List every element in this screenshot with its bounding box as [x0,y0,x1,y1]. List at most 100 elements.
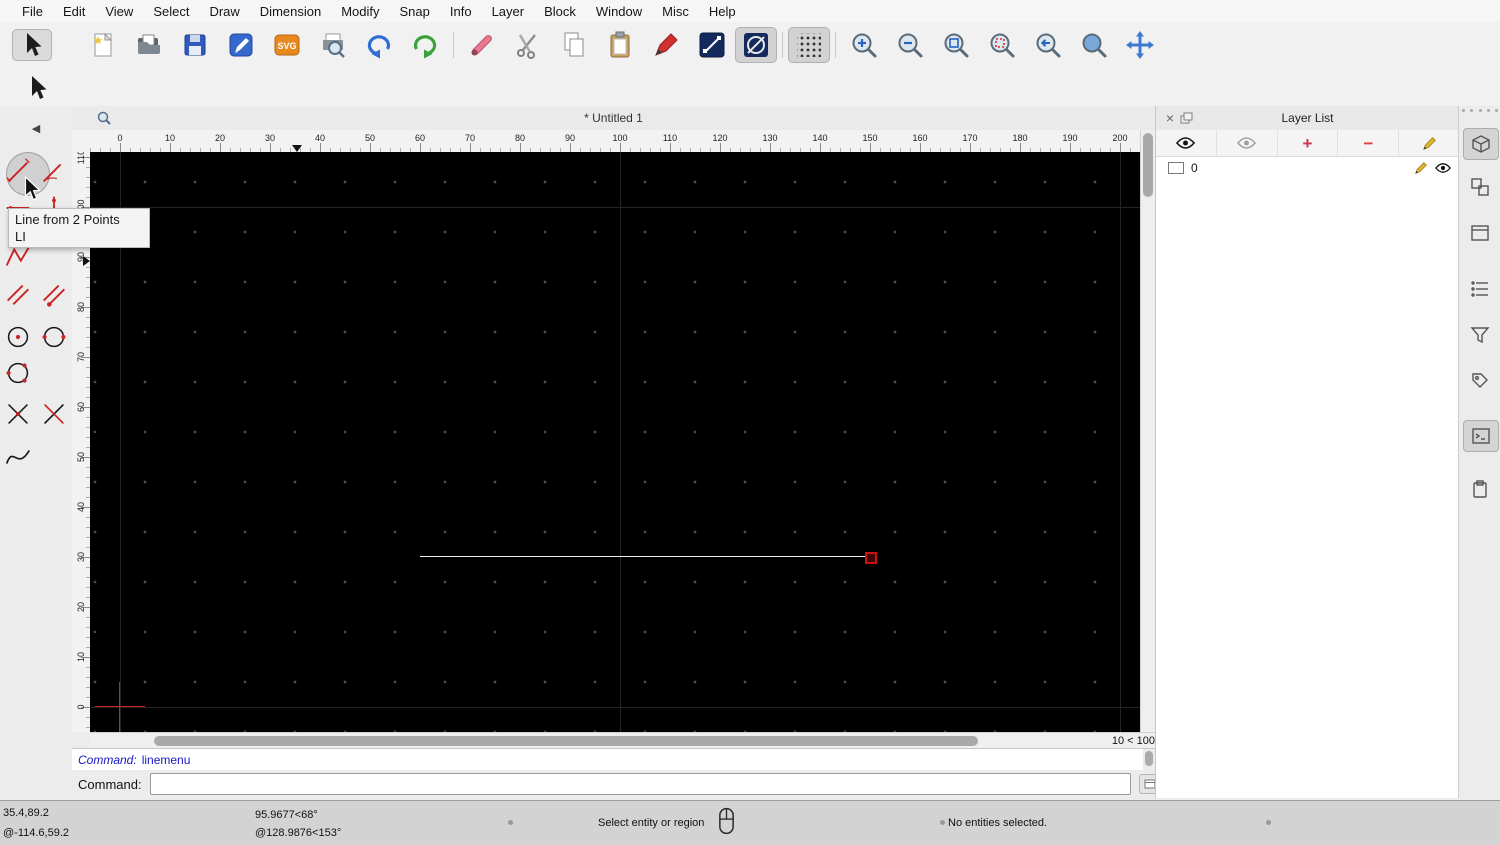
ruler-label: 90 [76,252,86,263]
pen-button[interactable] [643,27,689,63]
menu-item[interactable]: File [12,0,53,22]
undo-button[interactable] [356,27,402,63]
ruler-label: 100 [612,133,628,143]
menu-item[interactable]: View [95,0,143,22]
tool-circle-center-point[interactable] [1,320,35,354]
dock-entity-list-button[interactable] [1463,274,1497,304]
document-icon [96,110,112,126]
redo-button[interactable] [402,27,448,63]
cut-scissors-icon [513,30,543,60]
tool-arc-cross-2[interactable] [37,397,71,431]
tool-circle-three-points[interactable] [1,356,35,390]
command-scrollbar-thumb[interactable] [1145,751,1153,766]
pan-button[interactable] [1117,27,1163,63]
export-svg-button[interactable]: SVG [264,27,310,63]
print-preview-icon [318,30,348,60]
save-document-button[interactable] [172,27,218,63]
snap-free-button[interactable] [735,27,777,63]
menu-item[interactable]: Modify [331,0,389,22]
command-input[interactable] [149,773,1131,795]
cut-button[interactable] [505,27,551,63]
menu-item[interactable]: Draw [199,0,249,22]
select-tool-button[interactable] [12,29,52,61]
tool-circle-two-points[interactable] [37,320,71,354]
layer-row[interactable]: 0 [1156,156,1479,180]
command-scrollbar[interactable] [1143,748,1155,771]
list-icon [1470,279,1490,299]
zoom-in-button[interactable] [841,27,887,63]
vertical-scrollbar[interactable] [1140,130,1156,732]
zoom-auto-button[interactable] [933,27,979,63]
ruler-label: 10 [76,652,86,663]
ruler-label: 20 [214,133,226,143]
zoom-previous-button[interactable] [1025,27,1071,63]
grid-toggle-button[interactable] [788,27,830,63]
detach-icon[interactable] [1180,112,1193,125]
menu-item[interactable]: Select [143,0,199,22]
remove-layer-button[interactable]: − [1338,130,1400,156]
layer-checkbox[interactable] [1168,162,1184,174]
line-tool-button[interactable] [689,27,735,63]
palette-back-button[interactable]: ◀ [0,122,72,135]
print-preview-button[interactable] [310,27,356,63]
hide-all-layers-button[interactable] [1217,130,1278,156]
menu-item[interactable]: Edit [53,0,95,22]
close-icon[interactable]: × [1162,108,1178,128]
current-tool-button[interactable] [14,70,60,106]
tool-spline[interactable] [1,440,35,474]
menu-item[interactable]: Misc [652,0,699,22]
save-floppy-icon [180,30,210,60]
paste-button[interactable] [597,27,643,63]
tool-arc-cross[interactable] [1,397,35,431]
open-document-button[interactable] [126,27,172,63]
horizontal-scrollbar[interactable] [90,732,1085,749]
menu-item[interactable]: Window [586,0,652,22]
vertical-scrollbar-thumb[interactable] [1143,133,1153,197]
line-parallel-icon [2,278,34,310]
tool-line-parallel-point[interactable] [37,277,71,311]
ruler-label: 120 [712,133,728,143]
tool-line-angle[interactable] [37,155,71,189]
svg-text:SVG: SVG [277,41,296,51]
menu-item[interactable]: Snap [390,0,440,22]
zoom-redraw-button[interactable] [979,27,1025,63]
menu-bar: File Edit View Select Draw Dimension Modify Sna… [0,0,1500,23]
menu-item[interactable]: Layer [482,0,535,22]
layer-visibility-icon[interactable] [1435,162,1451,174]
ruler-label: 90 [564,133,576,143]
copy-button[interactable] [551,27,597,63]
zoom-window-button[interactable] [1071,27,1117,63]
layer-edit-icon[interactable] [1414,161,1428,175]
menu-item[interactable]: Dimension [250,0,331,22]
dock-library-button[interactable] [1463,218,1497,248]
dock-block-list-button[interactable] [1463,172,1497,202]
dock-tag-button[interactable] [1463,366,1497,396]
drawing-canvas[interactable] [90,152,1140,732]
delete-entity-button[interactable] [459,27,505,63]
dock-layer-list-button[interactable] [1463,128,1499,160]
line-entity[interactable] [420,556,870,557]
save-as-button[interactable] [218,27,264,63]
menu-item[interactable]: Info [440,0,482,22]
horizontal-scrollbar-thumb[interactable] [154,736,978,746]
show-all-layers-button[interactable] [1156,130,1217,156]
zoom-out-button[interactable] [887,27,933,63]
add-layer-button[interactable]: + [1278,130,1339,156]
dock-clipboard-button[interactable] [1463,474,1497,504]
menu-item[interactable]: Help [699,0,746,22]
grid-status: 10 < 100 [1085,732,1158,749]
zoom-out-icon [895,30,925,60]
dock-gripper[interactable] [1462,109,1498,112]
mouse-icon [717,806,736,836]
ruler-label: 50 [364,133,376,143]
command-history: Command: linemenu [72,748,1149,771]
ruler-label: 200 [1112,133,1128,143]
dock-filter-button[interactable] [1463,320,1497,350]
dock-command-button[interactable] [1463,420,1499,452]
menu-item[interactable]: Block [534,0,586,22]
tool-line-parallel[interactable] [1,277,35,311]
line-endpoint-marker[interactable] [865,552,877,564]
ruler-label: 180 [1012,133,1028,143]
edit-layer-button[interactable] [1399,130,1459,156]
new-document-button[interactable] [80,27,126,63]
